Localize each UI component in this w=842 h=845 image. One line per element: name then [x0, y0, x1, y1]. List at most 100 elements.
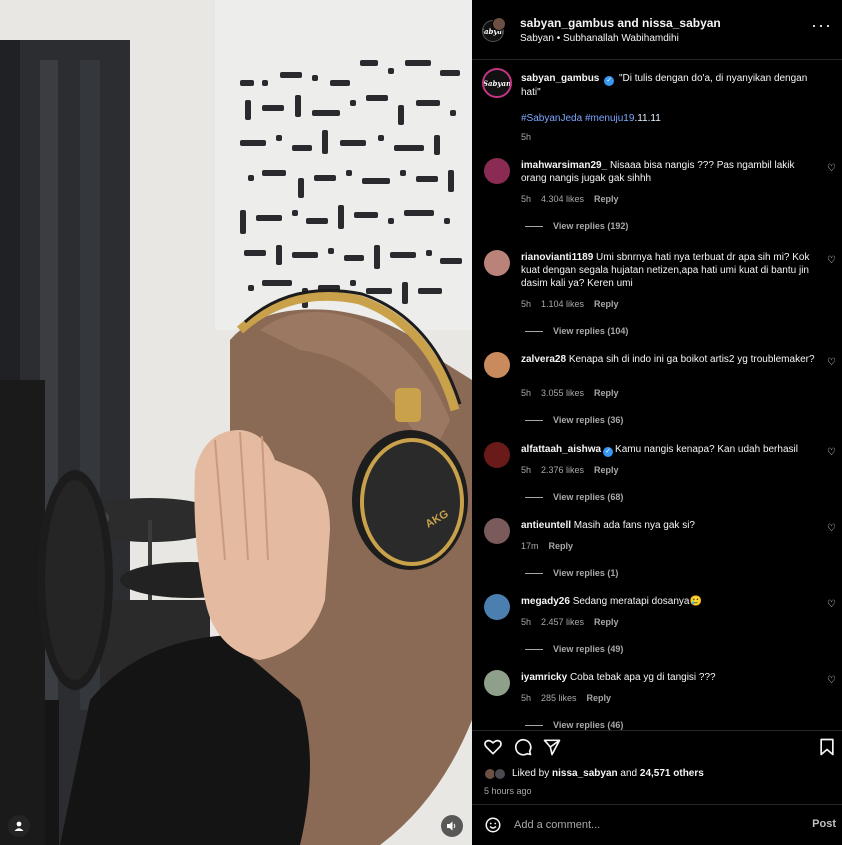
comment-likes[interactable]: 285 likes	[541, 693, 577, 703]
mute-toggle-button[interactable]	[441, 815, 463, 837]
comment-text: alfattaah_aishwa ✓ Kamu nangis kenapa? Kan…	[521, 443, 821, 457]
comment-likes[interactable]: 2.376 likes	[541, 465, 584, 475]
comment-text: antieuntell Masih ada fans nya gak si?	[521, 519, 821, 532]
liker-avatar	[494, 768, 506, 780]
replies-divider	[525, 649, 543, 651]
comment-input[interactable]	[514, 817, 774, 833]
comment-time: 5h	[521, 299, 532, 309]
comment-meta: 5h 2.376 likes Reply	[521, 465, 629, 475]
commenter-avatar[interactable]	[484, 158, 510, 184]
view-replies-button[interactable]: View replies (104)	[525, 326, 628, 336]
comment-meta: 5h 285 likes Reply	[521, 693, 621, 703]
heart-icon[interactable]	[483, 737, 503, 757]
instagram-post-modal: AKG Sabyan sabyan_gambus and nissa_sabya…	[0, 0, 842, 845]
comment-like-heart-icon[interactable]: ♡	[827, 675, 836, 686]
replies-divider	[525, 331, 543, 333]
comment-meta: 5h 1.104 likes Reply	[521, 299, 629, 309]
commenter-avatar[interactable]	[484, 594, 510, 620]
more-horizontal-icon: ···	[811, 15, 832, 35]
view-replies-button[interactable]: View replies (49)	[525, 644, 623, 654]
reply-button[interactable]: Reply	[594, 388, 619, 398]
view-replies-label: View replies (49)	[553, 644, 624, 654]
commenter-username[interactable]: rianovianti1189	[521, 252, 593, 263]
view-replies-button[interactable]: View replies (1)	[525, 568, 618, 578]
emoji-icon[interactable]	[484, 816, 502, 834]
commenter-username[interactable]: imahwarsiman29_	[521, 160, 607, 171]
comment-time: 5h	[521, 465, 532, 475]
reply-button[interactable]: Reply	[549, 541, 574, 551]
speaker-icon	[447, 821, 456, 831]
view-replies-button[interactable]: View replies (46)	[525, 720, 623, 730]
liked-by-count[interactable]: 24,571 others	[640, 768, 704, 779]
liked-by-summary[interactable]: Liked by nissa_sabyan and 24,571 others	[512, 768, 704, 779]
commenter-username[interactable]: antieuntell	[521, 520, 571, 531]
comment-likes[interactable]: 1.104 likes	[541, 299, 584, 309]
comment-like-heart-icon[interactable]: ♡	[827, 357, 836, 368]
reply-button[interactable]: Reply	[594, 465, 619, 475]
liked-by-user[interactable]: nissa_sabyan	[552, 768, 618, 779]
comment-body: Masih ada fans nya gak si?	[573, 520, 695, 531]
comment-like-heart-icon[interactable]: ♡	[827, 447, 836, 458]
liked-by-middle: and	[617, 768, 640, 779]
view-replies-button[interactable]: View replies (192)	[525, 221, 628, 231]
view-replies-label: View replies (1)	[553, 568, 619, 578]
share-icon[interactable]	[542, 737, 562, 757]
caption-author-avatar[interactable]: Sabyan	[482, 68, 512, 98]
user-icon	[14, 821, 24, 831]
comment-likes[interactable]: 3.055 likes	[541, 388, 584, 398]
caption-username[interactable]: sabyan_gambus	[521, 73, 599, 84]
comment-composer: Post	[472, 804, 842, 845]
hashtag-links[interactable]: #SabyanJeda #menuju19	[521, 113, 634, 124]
comment-text: rianovianti1189 Umi sbnrnya hati nya ter…	[521, 251, 821, 290]
audio-track-link[interactable]: Sabyan • Subhanallah Wabihamdihi	[520, 33, 679, 44]
commenter-username[interactable]: iyamricky	[521, 672, 567, 683]
comment-text: iyamricky Coba tebak apa yg di tangisi ?…	[521, 671, 821, 684]
post-header: Sabyan sabyan_gambus and nissa_sabyan Sa…	[472, 0, 842, 60]
post-timestamp: 5 hours ago	[484, 786, 532, 796]
post-side-panel: Sabyan sabyan_gambus and nissa_sabyan Sa…	[472, 0, 842, 845]
bookmark-icon[interactable]	[817, 737, 837, 757]
commenter-avatar[interactable]	[484, 442, 510, 468]
post-video[interactable]: AKG	[0, 0, 472, 845]
view-replies-button[interactable]: View replies (68)	[525, 492, 623, 502]
comment-meta: 5h 4.304 likes Reply	[521, 194, 629, 204]
comment-icon[interactable]	[513, 737, 533, 757]
commenter-username[interactable]: megady26	[521, 596, 570, 607]
comment-like-heart-icon[interactable]: ♡	[827, 255, 836, 266]
comment-time: 5h	[521, 388, 532, 398]
comment-like-heart-icon[interactable]: ♡	[827, 163, 836, 174]
commenter-avatar[interactable]	[484, 250, 510, 276]
caption-hashtags: #SabyanJeda #menuju19.11.11	[521, 113, 661, 124]
comment-time: 17m	[521, 541, 539, 551]
comment-like-heart-icon[interactable]: ♡	[827, 599, 836, 610]
comment-meta: 17m Reply	[521, 541, 583, 551]
replies-divider	[525, 226, 543, 228]
reply-button[interactable]: Reply	[587, 693, 612, 703]
comment-time: 5h	[521, 693, 532, 703]
comment-text: imahwarsiman29_ Nisaaa bisa nangis ??? P…	[521, 159, 821, 185]
view-replies-label: View replies (46)	[553, 720, 624, 730]
post-authors[interactable]: sabyan_gambus and nissa_sabyan	[520, 16, 721, 30]
post-comment-button[interactable]: Post	[812, 818, 836, 830]
reply-button[interactable]: Reply	[594, 617, 619, 627]
more-options-button[interactable]: ···	[811, 16, 832, 34]
replies-divider	[525, 420, 543, 422]
view-replies-label: View replies (104)	[553, 326, 629, 336]
commenter-avatar[interactable]	[484, 670, 510, 696]
commenter-username[interactable]: zalvera28	[521, 354, 566, 365]
comment-like-heart-icon[interactable]: ♡	[827, 523, 836, 534]
commenter-avatar[interactable]	[484, 352, 510, 378]
coauthor-avatar[interactable]	[492, 17, 506, 31]
verified-badge-icon: ✓	[603, 447, 614, 457]
reply-button[interactable]: Reply	[594, 299, 619, 309]
comment-likes[interactable]: 2.457 likes	[541, 617, 584, 627]
view-replies-button[interactable]: View replies (36)	[525, 415, 623, 425]
video-frame-illustration: AKG	[0, 0, 472, 845]
hashtag-suffix: .11.11	[634, 113, 661, 124]
commenter-avatar[interactable]	[484, 518, 510, 544]
comment-likes[interactable]: 4.304 likes	[541, 194, 584, 204]
comment-meta: 5h 3.055 likes Reply	[521, 388, 629, 398]
reply-button[interactable]: Reply	[594, 194, 619, 204]
commenter-username[interactable]: alfattaah_aishwa	[521, 444, 601, 455]
tagged-users-button[interactable]	[8, 815, 30, 837]
